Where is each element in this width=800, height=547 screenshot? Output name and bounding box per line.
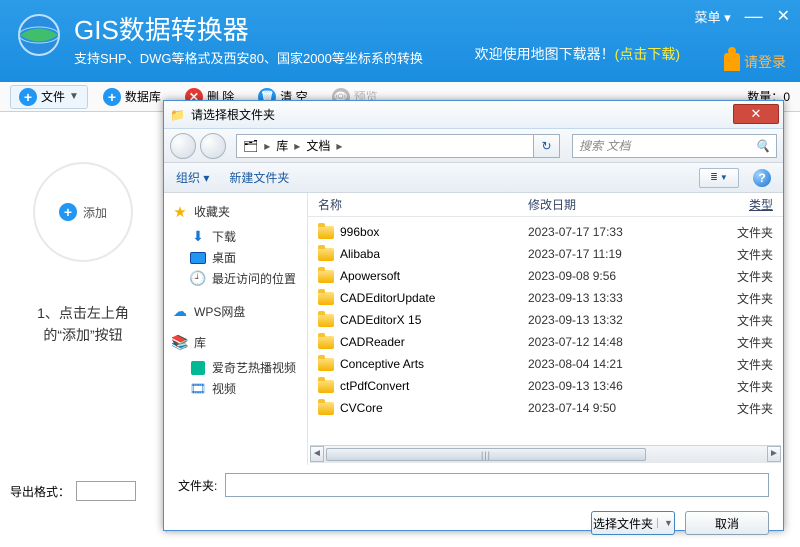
dialog-close-button[interactable]: ✕ xyxy=(733,104,779,124)
col-type[interactable]: 类型 xyxy=(688,196,773,213)
folder-icon xyxy=(318,402,334,415)
folder-picker-dialog: 📁 请选择根文件夹 ✕ 🗂 ▸ 库 ▸ 文档 ▸ ↻ 搜索 文档 🔍 组织 ▾ … xyxy=(163,100,784,531)
nav-back-button[interactable] xyxy=(170,133,196,159)
folder-field-label: 文件夹: xyxy=(178,477,217,494)
left-panel: + 添加 1、点击左上角 的“添加”按钮 xyxy=(0,112,167,533)
folder-icon xyxy=(318,226,334,239)
app-logo-icon xyxy=(14,10,64,60)
folder-icon xyxy=(318,314,334,327)
new-folder-button[interactable]: 新建文件夹 xyxy=(229,169,289,186)
list-item[interactable]: ctPdfConvert2023-09-13 13:46文件夹 xyxy=(308,375,783,397)
export-format-label: 导出格式： xyxy=(10,483,70,500)
star-icon: ★ xyxy=(172,204,188,220)
view-mode-button[interactable]: ≣▼ xyxy=(699,168,739,188)
tree-videos[interactable]: 🎞视频 xyxy=(172,378,299,399)
dialog-nav: 🗂 ▸ 库 ▸ 文档 ▸ ↻ 搜索 文档 🔍 xyxy=(164,129,783,163)
folder-icon xyxy=(318,358,334,371)
search-placeholder: 搜索 文档 xyxy=(579,137,630,154)
file-button[interactable]: + 文件 ▼ xyxy=(10,85,88,109)
refresh-icon: ↻ xyxy=(541,139,551,153)
desktop-icon xyxy=(190,250,206,266)
tree-recent[interactable]: 🕘最近访问的位置 xyxy=(172,268,299,289)
folder-icon xyxy=(318,270,334,283)
app-subtitle: 支持SHP、DWG等格式及西安80、国家2000等坐标系的转换 xyxy=(74,48,423,67)
dialog-footer: 文件夹: 选择文件夹▼ 取消 xyxy=(164,465,783,547)
cloud-icon: ☁ xyxy=(172,304,188,320)
list-header[interactable]: 名称 修改日期 类型 xyxy=(308,193,783,217)
hint-text: 1、点击左上角 的“添加”按钮 xyxy=(0,302,166,347)
folder-icon xyxy=(318,248,334,261)
welcome-text[interactable]: 欢迎使用地图下载器！(点击下载) xyxy=(475,44,680,64)
app-header: 菜单 ▾ — ✕ GIS数据转换器 支持SHP、DWG等格式及西安80、国家20… xyxy=(0,0,800,82)
tree-iqiyi[interactable]: 爱奇艺热播视频 xyxy=(172,357,299,378)
scrollbar-thumb[interactable]: ||| xyxy=(326,448,646,461)
add-circle-button[interactable]: + 添加 xyxy=(33,162,133,262)
user-icon xyxy=(724,53,740,71)
nav-forward-button[interactable] xyxy=(200,133,226,159)
list-item[interactable]: Alibaba2023-07-17 11:19文件夹 xyxy=(308,243,783,265)
tree-libraries[interactable]: 📚库 xyxy=(172,334,299,351)
file-list: 名称 修改日期 类型 996box2023-07-17 17:33文件夹Alib… xyxy=(308,193,783,465)
plus-icon: + xyxy=(19,88,37,106)
plus-icon: + xyxy=(103,88,121,106)
dialog-titlebar[interactable]: 📁 请选择根文件夹 ✕ xyxy=(164,101,783,129)
folder-icon xyxy=(318,336,334,349)
cancel-button[interactable]: 取消 xyxy=(685,511,769,535)
iqiyi-icon xyxy=(190,360,206,376)
organize-menu[interactable]: 组织 ▾ xyxy=(176,169,209,186)
recent-icon: 🕘 xyxy=(190,271,206,287)
folder-icon xyxy=(318,292,334,305)
list-item[interactable]: Apowersoft2023-09-08 9:56文件夹 xyxy=(308,265,783,287)
scroll-left-arrow[interactable]: ◄ xyxy=(310,446,324,462)
col-date[interactable]: 修改日期 xyxy=(528,196,688,213)
close-button[interactable]: ✕ xyxy=(777,6,790,26)
select-folder-button[interactable]: 选择文件夹▼ xyxy=(591,511,675,535)
tree-downloads[interactable]: ⬇下载 xyxy=(172,226,299,247)
folder-name-input[interactable] xyxy=(225,473,769,497)
minimize-button[interactable]: — xyxy=(745,12,763,20)
list-item[interactable]: CVCore2023-07-14 9:50文件夹 xyxy=(308,397,783,419)
list-item[interactable]: CADReader2023-07-12 14:48文件夹 xyxy=(308,331,783,353)
dialog-title: 请选择根文件夹 xyxy=(191,106,275,123)
help-button[interactable]: ? xyxy=(753,169,771,187)
tree-favorites[interactable]: ★收藏夹 xyxy=(172,203,299,220)
folder-tree: ★收藏夹 ⬇下载 桌面 🕘最近访问的位置 ☁WPS网盘 📚库 爱奇艺热播视频 🎞… xyxy=(164,193,308,465)
chevron-down-icon: ▼ xyxy=(69,91,79,102)
tree-wps[interactable]: ☁WPS网盘 xyxy=(172,303,299,320)
refresh-button[interactable]: ↻ xyxy=(534,134,560,158)
app-title: GIS数据转换器 xyxy=(74,10,249,47)
download-icon: ⬇ xyxy=(190,229,206,245)
search-input[interactable]: 搜索 文档 🔍 xyxy=(572,134,777,158)
export-form: 导出格式： 源坐标系 xyxy=(10,479,136,527)
library-icon: 📚 xyxy=(172,335,188,351)
library-icon: 🗂 xyxy=(243,139,258,153)
list-item[interactable]: CADEditorX 152023-09-13 13:32文件夹 xyxy=(308,309,783,331)
folder-icon xyxy=(318,380,334,393)
breadcrumb[interactable]: 🗂 ▸ 库 ▸ 文档 ▸ xyxy=(236,134,534,158)
database-button[interactable]: + 数据库 xyxy=(94,85,170,109)
col-name[interactable]: 名称 xyxy=(318,196,528,213)
list-item[interactable]: 996box2023-07-17 17:33文件夹 xyxy=(308,221,783,243)
dialog-toolbar: 组织 ▾ 新建文件夹 ≣▼ ? xyxy=(164,163,783,193)
search-icon: 🔍 xyxy=(755,139,770,153)
list-item[interactable]: Conceptive Arts2023-08-04 14:21文件夹 xyxy=(308,353,783,375)
login-button[interactable]: 请登录 xyxy=(724,52,786,72)
film-icon: 🎞 xyxy=(190,381,206,397)
folder-icon: 📁 xyxy=(170,108,185,122)
plus-icon: + xyxy=(59,203,77,221)
scroll-right-arrow[interactable]: ► xyxy=(767,446,781,462)
menu-dropdown[interactable]: 菜单 ▾ xyxy=(694,7,730,26)
horizontal-scrollbar[interactable]: ◄ ||| ► xyxy=(310,445,781,463)
tree-desktop[interactable]: 桌面 xyxy=(172,247,299,268)
list-item[interactable]: CADEditorUpdate2023-09-13 13:33文件夹 xyxy=(308,287,783,309)
export-format-input[interactable] xyxy=(76,481,136,501)
